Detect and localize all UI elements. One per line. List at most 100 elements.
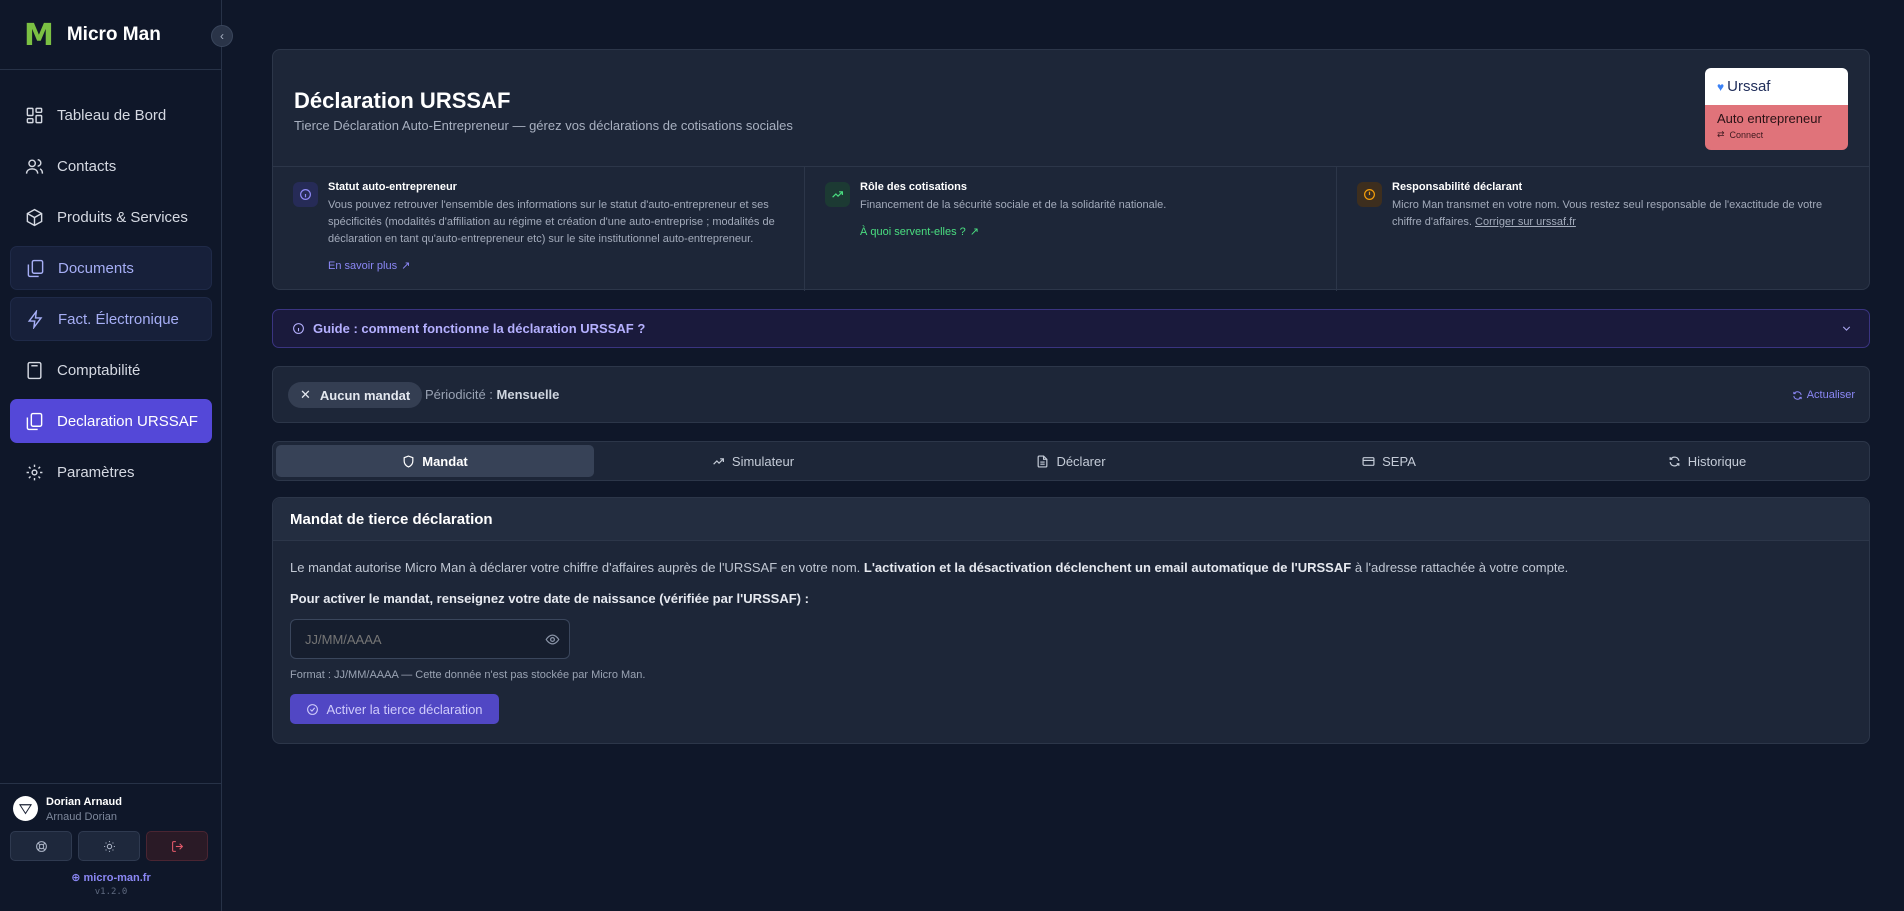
tab-mandat[interactable]: Mandat [276,445,594,477]
user-panel: Dorian Arnaud Arnaud Dorian ⊕ micro-man.… [0,783,222,911]
package-icon [26,208,43,226]
sidebar-item-contacts[interactable]: Contacts [10,144,212,188]
refresh-label: Actualiser [1806,389,1855,401]
calculator-icon [27,361,42,379]
info-role: Rôle des cotisations Financement de la s… [805,167,1337,291]
urssaf-brand: Urssaf [1727,78,1771,95]
info-statut: Statut auto-entrepreneur Vous pouvez ret… [273,167,805,291]
page-title: Déclaration URSSAF [294,88,511,113]
mandat-text-b: L'activation et la désactivation déclenc… [863,560,1352,575]
sidebar-item-parametres[interactable]: Paramètres [10,450,212,494]
sidebar-item-produits[interactable]: Produits & Services [10,195,212,239]
dashboard-icon [26,107,43,123]
link-label: En savoir plus [328,259,398,272]
document-icon [1038,454,1048,468]
tab-sepa[interactable]: SEPA [1230,445,1548,477]
info-responsabilite: Responsabilité déclarant Micro Man trans… [1337,167,1869,291]
gear-icon [26,464,43,480]
tab-bar: Mandat Simulateur Déclarer SEPA Historiq… [272,441,1870,481]
periodicity-value: Mensuelle [496,387,560,402]
tab-simulateur[interactable]: Simulateur [594,445,912,477]
mandat-card: Mandat de tierce déclaration Le mandat a… [272,497,1870,744]
brand-logo: M [24,17,54,53]
trending-icon [713,457,724,465]
files-icon [26,412,43,430]
sidebar-item-label: Produits & Services [57,208,188,226]
site-link[interactable]: ⊕ micro-man.fr [0,871,222,884]
tab-historique[interactable]: Historique [1548,445,1866,477]
tab-label: Mandat [422,453,468,469]
info-icon [293,323,304,334]
activate-mandat-button[interactable]: Activer la tierce déclaration [290,694,499,724]
globe-icon: ⊕ [71,872,81,884]
sidebar-item-documents[interactable]: Documents [10,246,212,290]
logout-button[interactable] [146,831,208,861]
lightning-icon [27,309,43,329]
users-icon [25,158,44,174]
tab-label: SEPA [1382,453,1416,469]
avatar[interactable] [13,796,38,821]
external-link-icon: ↗ [401,260,411,272]
sidebar: M Micro Man ‹ Tableau de Bord Contacts P… [0,0,233,911]
user-name: Dorian Arnaud [46,796,122,808]
sun-icon [103,840,115,852]
sidebar-item-label: Paramètres [57,463,135,481]
birthdate-hint: Format : JJ/MM/AAAA — Cette donnée n'est… [290,669,646,681]
eye-icon[interactable] [545,632,560,647]
refresh-button[interactable]: Actualiser [1792,389,1855,401]
sidebar-item-fact-electronique[interactable]: Fact. Électronique [10,297,212,341]
urssaf-mark-icon: ♥ [1717,79,1725,94]
badge-line2: ⇄ Connect [1717,129,1836,140]
external-link-icon: ↗ [969,226,979,238]
badge-bottom: Auto entrepreneur ⇄ Connect [1705,105,1848,150]
activate-mandat-label: Activer la tierce déclaration [326,701,483,717]
brand[interactable]: M Micro Man [24,17,161,53]
app-version: v1.2.0 [94,887,128,897]
guide-label: Guide : comment fonctionne la déclaratio… [313,321,646,336]
sidebar-item-declaration-urssaf[interactable]: Declaration URSSAF [10,399,212,443]
swap-icon: ⇄ [1717,129,1725,139]
info-text: Micro Man transmet en votre nom. Vous re… [1392,197,1852,231]
help-button[interactable] [10,831,72,861]
info-text-body: Micro Man transmet en votre nom. Vous re… [1392,199,1823,228]
sidebar-item-label: Contacts [57,157,117,175]
sidebar-divider [0,69,222,70]
sidebar-item-label: Comptabilité [57,361,141,379]
mandat-title: Mandat de tierce déclaration [273,498,1869,541]
en-savoir-plus-link[interactable]: En savoir plus ↗ [328,259,788,273]
sidebar-item-label: Fact. Électronique [58,310,179,328]
chevron-down-icon [1842,326,1851,331]
info-title: Statut auto-entrepreneur [328,181,457,193]
periodicity: Périodicité : Mensuelle [425,387,559,402]
badge-line1: Auto entrepreneur [1717,111,1822,126]
urssaf-logo: ♥ Urssaf [1705,68,1848,105]
trending-up-icon [825,182,850,207]
sidebar-item-label: Documents [58,259,134,277]
urssaf-connect-badge: ♥ Urssaf Auto entrepreneur ⇄ Connect [1705,68,1848,150]
tab-declarer[interactable]: Déclarer [912,445,1230,477]
refresh-icon [1669,456,1680,466]
mandat-text-a: Le mandat autorise Micro Man à déclarer … [290,560,861,575]
avatar-logo-icon [18,804,33,815]
corriger-urssaf-link[interactable]: Corriger sur urssaf.fr [1475,216,1576,228]
collapse-sidebar-button[interactable]: ‹ [211,25,233,47]
brand-name: Micro Man [66,24,161,45]
guide-accordion[interactable]: Guide : comment fonctionne la déclaratio… [272,309,1870,348]
logout-icon [171,840,183,852]
mandat-text-c: à l'adresse rattachée à votre compte. [1354,560,1569,575]
mandat-status-label: Aucun mandat [319,387,411,403]
birthdate-input[interactable] [290,619,570,659]
theme-toggle-button[interactable] [78,831,140,861]
sidebar-item-label: Declaration URSSAF [57,412,198,430]
files-icon [27,259,44,277]
mandat-description: Le mandat autorise Micro Man à déclarer … [290,560,1568,575]
info-icon [293,182,318,207]
a-quoi-servent-link[interactable]: À quoi servent-elles ? ↗ [860,225,1320,239]
sidebar-item-comptabilite[interactable]: Comptabilité [10,348,212,392]
sidebar-item-tableau-de-bord[interactable]: Tableau de Bord [10,93,212,137]
info-title: Responsabilité déclarant [1392,181,1523,193]
credit-card-icon [1362,456,1375,466]
tab-label: Historique [1687,453,1747,469]
site-link-label: micro-man.fr [83,872,151,884]
tab-label: Déclarer [1056,453,1106,469]
